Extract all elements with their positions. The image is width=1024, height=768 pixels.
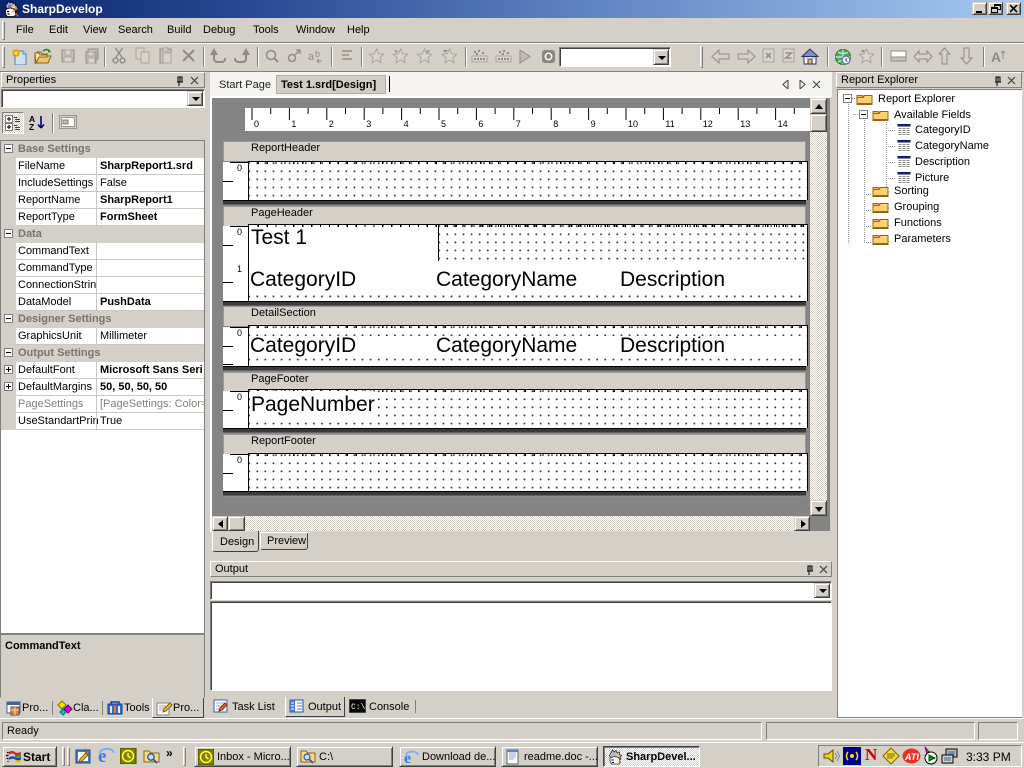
svg-text:1: 1: [291, 119, 296, 129]
svg-text:ATI: ATI: [904, 752, 919, 762]
svg-text:2: 2: [329, 119, 334, 129]
svg-text:5: 5: [441, 119, 446, 129]
svg-text:A: A: [991, 49, 1001, 65]
svg-text:6: 6: [478, 119, 483, 129]
svg-text:13: 13: [740, 119, 750, 129]
svg-text:8: 8: [553, 119, 558, 129]
svg-text:11: 11: [665, 119, 674, 129]
svg-text:7: 7: [516, 119, 521, 129]
svg-text:4: 4: [404, 119, 409, 129]
svg-text:0: 0: [254, 119, 259, 129]
svg-text:12: 12: [703, 119, 713, 129]
svg-text:a: a: [308, 51, 315, 63]
svg-text:Z: Z: [29, 122, 34, 132]
svg-text:10: 10: [628, 119, 638, 129]
svg-text:14: 14: [778, 119, 788, 129]
svg-text:9: 9: [591, 119, 596, 129]
svg-text:3: 3: [366, 119, 371, 129]
svg-text:b: b: [315, 49, 320, 59]
svg-text:C:\: C:\: [351, 703, 366, 712]
